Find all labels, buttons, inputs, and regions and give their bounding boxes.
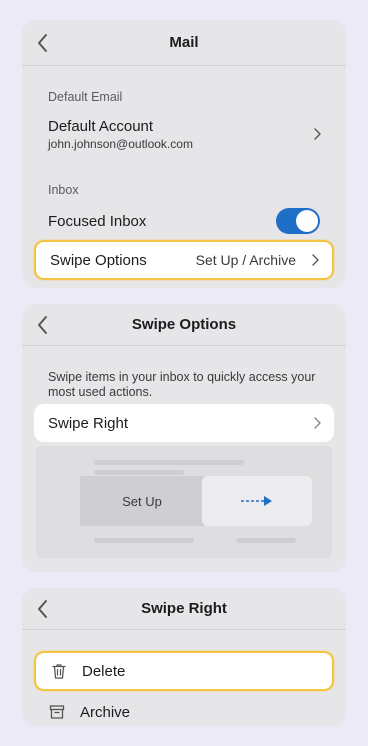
toggle-knob xyxy=(296,210,318,232)
default-account-row[interactable]: Default Account john.johnson@outlook.com xyxy=(34,110,334,158)
delete-option-row[interactable]: Delete xyxy=(34,651,334,691)
mail-settings-card: Mail Default Email Default Account john.… xyxy=(22,20,346,288)
default-account-title: Default Account xyxy=(48,117,154,135)
focused-inbox-toggle[interactable] xyxy=(276,208,320,234)
page-title: Mail xyxy=(169,34,199,51)
swipe-right-label: Swipe Right xyxy=(48,414,129,432)
chevron-right-icon xyxy=(314,417,321,429)
swipe-right-row[interactable]: Swipe Right xyxy=(34,404,334,442)
back-chevron-icon[interactable] xyxy=(34,31,52,55)
swipe-right-header: Swipe Right xyxy=(22,588,346,630)
preview-message xyxy=(202,476,312,526)
back-chevron-icon[interactable] xyxy=(34,313,52,337)
swipe-options-description: Swipe items in your inbox to quickly acc… xyxy=(48,370,316,399)
arrow-right-icon xyxy=(241,496,272,506)
chevron-right-icon xyxy=(312,254,319,266)
swipe-preview: Set Up xyxy=(36,446,332,558)
preview-line xyxy=(94,470,184,475)
swipe-options-value: Set Up / Archive xyxy=(195,252,296,268)
archive-option-label: Archive xyxy=(80,703,131,721)
delete-option-label: Delete xyxy=(82,662,126,680)
swipe-options-label: Swipe Options xyxy=(50,251,147,269)
archive-icon xyxy=(49,705,65,719)
preview-line xyxy=(236,538,296,543)
swipe-options-row[interactable]: Swipe Options Set Up / Archive xyxy=(34,240,334,280)
mail-header: Mail xyxy=(22,20,346,66)
focused-inbox-label: Focused Inbox xyxy=(48,212,147,230)
preview-set-up-action: Set Up xyxy=(80,476,204,526)
trash-icon xyxy=(52,664,66,679)
page-title: Swipe Options xyxy=(131,316,237,333)
preview-action-label: Set Up xyxy=(122,493,162,509)
swipe-options-header: Swipe Options xyxy=(22,304,346,346)
swipe-right-card: Swipe Right Delete Archive xyxy=(22,588,346,726)
preview-line xyxy=(94,460,244,465)
focused-inbox-row: Focused Inbox xyxy=(34,206,334,236)
swipe-options-card: Swipe Options Swipe items in your inbox … xyxy=(22,304,346,572)
chevron-right-icon xyxy=(314,128,321,140)
preview-line xyxy=(94,538,194,543)
default-email-section-label: Default Email xyxy=(48,90,123,104)
inbox-section-label: Inbox xyxy=(48,183,79,197)
default-account-email: john.johnson@outlook.com xyxy=(48,136,193,151)
back-chevron-icon[interactable] xyxy=(34,597,52,621)
page-title: Swipe Right xyxy=(141,600,227,617)
archive-option-row[interactable]: Archive xyxy=(34,698,334,726)
